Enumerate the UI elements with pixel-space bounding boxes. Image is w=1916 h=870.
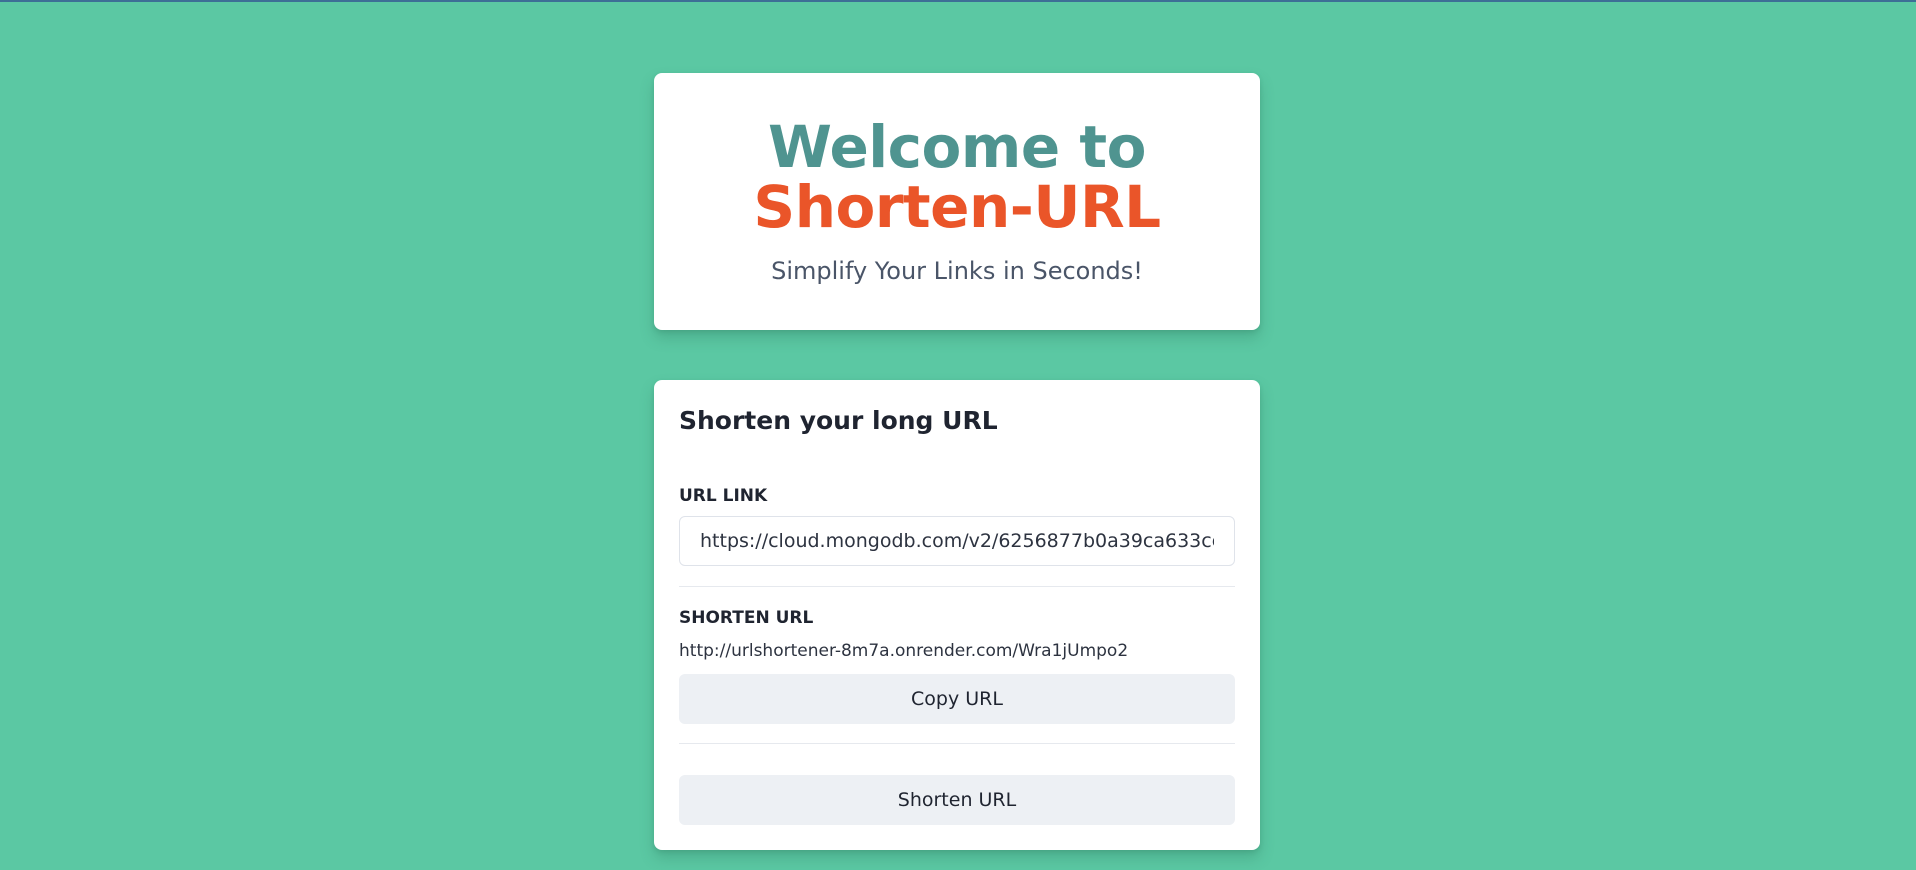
divider [679, 743, 1235, 744]
shorten-url-button[interactable]: Shorten URL [679, 775, 1235, 825]
url-link-input[interactable] [679, 516, 1235, 566]
hero-subtitle: Simplify Your Links in Seconds! [771, 257, 1143, 285]
hero-card: Welcome to Shorten-URL Simplify Your Lin… [654, 73, 1260, 330]
shorten-form-card: Shorten your long URL URL LINK SHORTEN U… [654, 380, 1260, 850]
url-link-label: URL LINK [679, 486, 768, 506]
hero-title-line1: Welcome to [768, 113, 1146, 181]
copy-url-button[interactable]: Copy URL [679, 674, 1235, 724]
form-heading: Shorten your long URL [679, 406, 998, 435]
hero-title-brand: Shorten-URL [753, 173, 1161, 241]
shorten-url-label: SHORTEN URL [679, 608, 814, 628]
divider [679, 586, 1235, 587]
shortened-url-value: http://urlshortener-8m7a.onrender.com/Wr… [679, 641, 1129, 661]
top-accent-bar [0, 0, 1916, 2]
hero-title: Welcome to Shorten-URL [654, 117, 1260, 237]
